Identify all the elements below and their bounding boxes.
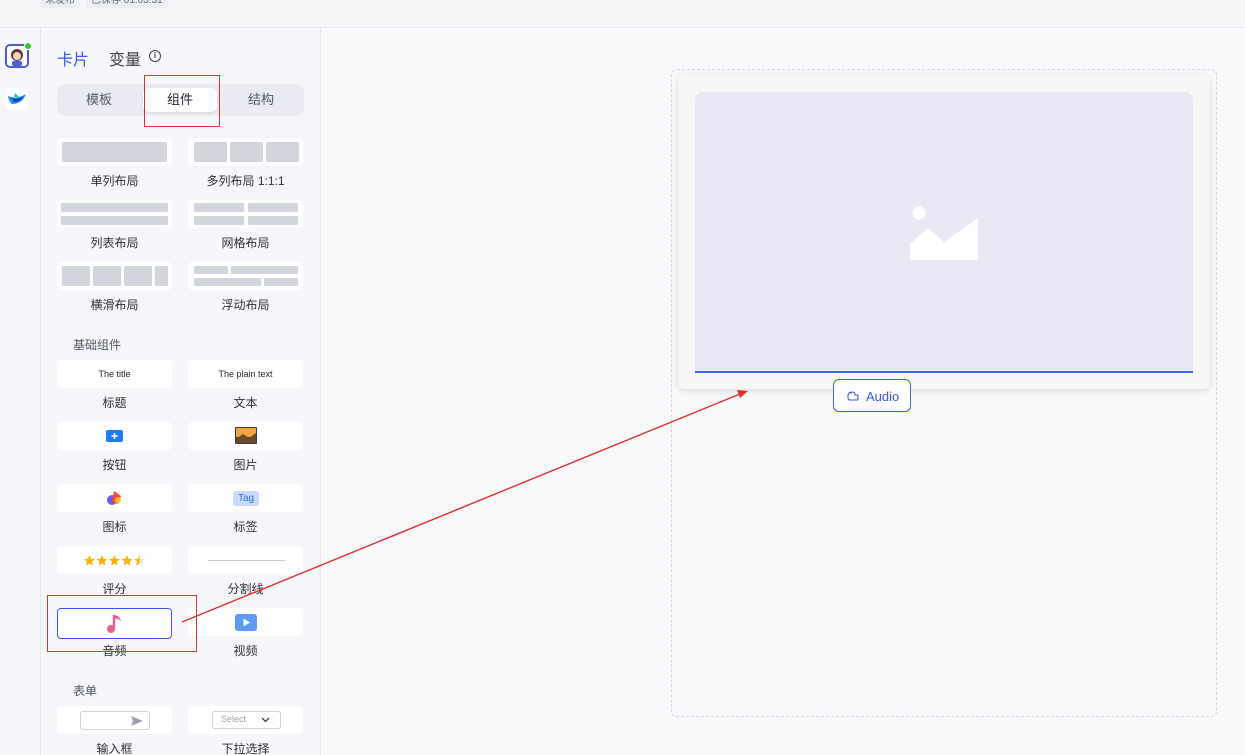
component-preview: [57, 484, 172, 512]
section-form: 表单: [73, 684, 98, 698]
component-input[interactable]: 输入框: [57, 706, 172, 755]
layout-preview: [188, 138, 303, 166]
status-badge-unpublished: 未发布: [40, 0, 80, 8]
chevron-down-icon: [261, 717, 270, 723]
segment-templates[interactable]: 模板: [62, 88, 136, 112]
button-preview-icon: [106, 430, 123, 442]
image-placeholder[interactable]: [695, 92, 1193, 372]
status-badge-saved: 已保存 01:03:31: [86, 0, 168, 8]
component-label: 浮动布局: [221, 298, 270, 312]
tab-variable[interactable]: 变量: [109, 46, 141, 70]
component-label: 输入框: [96, 742, 133, 755]
divider-sample: [208, 560, 285, 561]
component-preview: [57, 706, 172, 734]
component-preview: Select: [188, 706, 303, 734]
component-label: 网格布局: [221, 236, 270, 250]
component-horizontal-scroll-layout[interactable]: 横滑布局: [57, 262, 172, 318]
select-sample: Select: [212, 711, 281, 729]
component-divider[interactable]: 分割线: [188, 546, 303, 602]
online-status-dot: [24, 42, 32, 50]
component-title[interactable]: The title 标题: [57, 360, 172, 416]
layout-preview: [57, 200, 172, 228]
component-preview: [57, 546, 172, 574]
title-sample: The title: [98, 369, 131, 379]
component-label: 单列布局: [90, 174, 139, 188]
component-grid-layout[interactable]: 网格布局: [188, 200, 303, 256]
component-preview: Tag: [188, 484, 303, 512]
component-tag[interactable]: Tag 标签: [188, 484, 303, 540]
section-basic-components: 基础组件: [73, 338, 122, 352]
component-label: 分割线: [227, 582, 264, 596]
component-label: 按钮: [102, 458, 127, 472]
text-sample: The plain text: [218, 369, 273, 379]
component-button[interactable]: 按钮: [57, 422, 172, 478]
select-placeholder: Select: [221, 714, 247, 724]
component-label: 列表布局: [90, 236, 139, 250]
component-video[interactable]: 视频: [188, 608, 303, 664]
component-label: 视频: [233, 644, 258, 658]
component-icon[interactable]: 图标: [57, 484, 172, 540]
component-preview: [188, 422, 303, 450]
component-label: 文本: [233, 396, 258, 410]
audio-button-label: Audio: [866, 389, 900, 404]
left-rail: [0, 28, 41, 755]
component-rating[interactable]: 评分: [57, 546, 172, 602]
canvas-area[interactable]: Audio: [321, 28, 1245, 755]
component-list-layout[interactable]: 列表布局: [57, 200, 172, 256]
input-sample: [80, 711, 150, 730]
component-label: 标签: [233, 520, 258, 534]
tag-sample: Tag: [233, 491, 259, 506]
component-floating-layout[interactable]: 浮动布局: [188, 262, 303, 318]
component-label: 多列布局 1:1:1: [206, 174, 285, 188]
tab-card[interactable]: 卡片: [57, 46, 89, 70]
component-preview: [57, 422, 172, 450]
send-icon: [131, 716, 143, 726]
component-preview: The title: [57, 360, 172, 388]
annotation-highlight-audio: [47, 595, 197, 652]
audio-icon: [847, 391, 859, 401]
layout-preview: [57, 138, 172, 166]
image-placeholder-icon: [910, 206, 978, 260]
component-preview: The plain text: [188, 360, 303, 388]
image-preview-icon: [235, 427, 257, 444]
component-preview: [188, 546, 303, 574]
component-label: 横滑布局: [90, 298, 139, 312]
annotation-highlight-components-tab: [144, 75, 220, 127]
audio-drag-button[interactable]: Audio: [833, 379, 911, 412]
segment-structure[interactable]: 结构: [224, 88, 298, 112]
bird-logo-icon: [8, 93, 26, 104]
layout-preview: [188, 262, 303, 290]
avatar-icon: [7, 46, 27, 66]
info-icon[interactable]: i: [149, 50, 161, 62]
drop-indicator-line: [695, 371, 1193, 373]
icon-preview-icon: [107, 491, 121, 505]
video-play-icon: [235, 614, 257, 631]
layout-preview: [188, 200, 303, 228]
star-icon: [84, 555, 145, 566]
component-preview: [188, 608, 303, 636]
component-single-column-layout[interactable]: 单列布局: [57, 138, 172, 194]
component-multi-column-layout[interactable]: 多列布局 1:1:1: [188, 138, 303, 194]
component-label: 图标: [102, 520, 127, 534]
top-bar: 未发布 已保存 01:03:31: [0, 0, 1245, 28]
card-preview[interactable]: [678, 75, 1210, 389]
component-label: 下拉选择: [221, 742, 270, 755]
component-select[interactable]: Select 下拉选择: [188, 706, 303, 755]
component-label: 标题: [102, 396, 127, 410]
component-image[interactable]: 图片: [188, 422, 303, 478]
component-text[interactable]: The plain text 文本: [188, 360, 303, 416]
layout-preview: [57, 262, 172, 290]
component-label: 图片: [233, 458, 258, 472]
app-logo[interactable]: [6, 88, 28, 110]
